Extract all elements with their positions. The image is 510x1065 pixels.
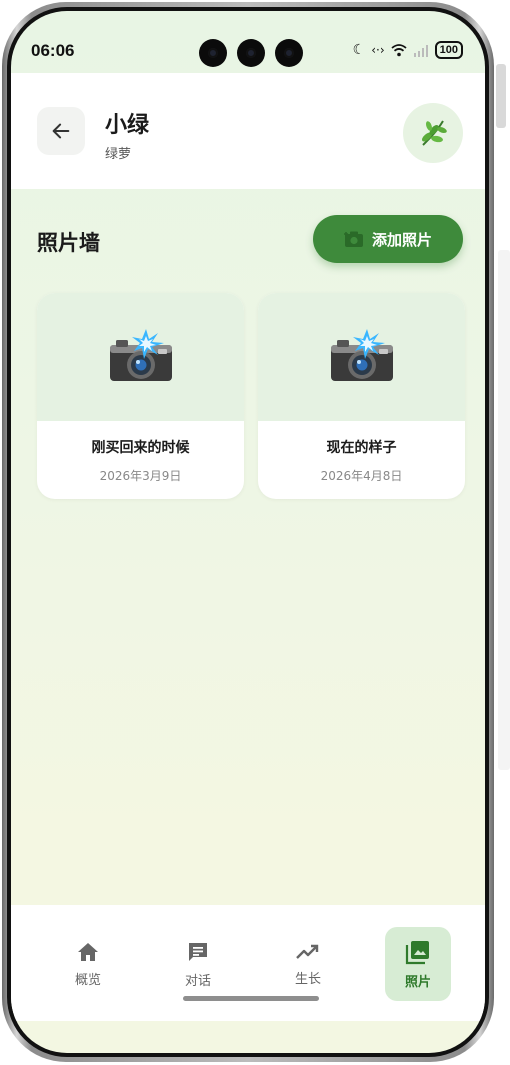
photo-grid: 刚买回来的时候 2026年3月9日 现在的样子 2026年4月8日 xyxy=(37,293,473,499)
nav-label: 照片 xyxy=(404,974,431,990)
nav-label: 生长 xyxy=(294,971,321,987)
nav-tab-overview[interactable]: 概览 xyxy=(55,927,121,1001)
photo-card[interactable]: 刚买回来的时候 2026年3月9日 xyxy=(37,293,244,499)
plant-avatar[interactable] xyxy=(403,103,463,163)
nav-label: 对话 xyxy=(184,973,211,989)
status-time: 06:06 xyxy=(31,41,75,60)
page-title: 小绿 xyxy=(105,113,150,138)
photo-library-icon xyxy=(405,940,429,964)
phone-bezel: 06:06 ☾ ‹·› 100 小绿 绿萝 照片墙 添加照片 刚买回来的时候 2… xyxy=(7,7,489,1057)
data-arrows-icon: ‹·› xyxy=(371,43,385,57)
camera-with-flash-icon xyxy=(330,329,393,381)
signal-icon xyxy=(413,44,428,57)
photo-thumbnail xyxy=(258,293,465,421)
wifi-icon xyxy=(391,43,407,56)
photo-caption: 刚买回来的时候 xyxy=(91,440,190,456)
back-button[interactable] xyxy=(37,107,85,155)
battery-indicator: 100 xyxy=(434,41,463,59)
photo-date: 2026年4月8日 xyxy=(320,469,403,483)
page-subtitle: 绿萝 xyxy=(105,147,132,162)
photo-thumbnail xyxy=(37,293,244,421)
chat-icon xyxy=(189,942,207,961)
herb-icon xyxy=(422,120,447,146)
arrow-left-icon xyxy=(52,123,70,139)
home-icon xyxy=(78,942,98,961)
status-bar: 06:06 ☾ ‹·› 100 xyxy=(11,11,485,73)
camera-cutout-right xyxy=(275,39,303,67)
app-screen: 06:06 ☾ ‹·› 100 小绿 绿萝 照片墙 添加照片 刚买回来的时候 2… xyxy=(11,11,485,1053)
status-icons: ☾ ‹·› 100 xyxy=(353,41,463,59)
nav-tab-photos[interactable]: 照片 xyxy=(385,927,451,1001)
app-header: 小绿 绿萝 xyxy=(11,73,485,189)
camera-cutout-left xyxy=(199,39,227,67)
nav-tab-chat[interactable]: 对话 xyxy=(165,927,231,1001)
side-edge-panel xyxy=(498,250,510,770)
nav-tab-growth[interactable]: 生长 xyxy=(275,927,341,1001)
side-edge-highlight xyxy=(496,64,506,128)
photo-info: 现在的样子 2026年4月8日 xyxy=(258,421,465,499)
photo-info: 刚买回来的时候 2026年3月9日 xyxy=(37,421,244,499)
camera-with-flash-icon xyxy=(109,329,172,381)
photo-date: 2026年3月9日 xyxy=(99,469,182,483)
photo-caption: 现在的样子 xyxy=(326,440,397,456)
add-photo-icon xyxy=(343,231,363,247)
phone-frame: 06:06 ☾ ‹·› 100 小绿 绿萝 照片墙 添加照片 刚买回来的时候 2… xyxy=(2,2,494,1062)
trending-up-icon xyxy=(296,944,319,959)
moon-icon: ☾ xyxy=(352,42,366,58)
bottom-navigation: 概览 对话 生长 照片 xyxy=(11,905,485,1021)
nav-label: 概览 xyxy=(74,972,101,988)
add-photo-button[interactable]: 添加照片 xyxy=(313,215,463,263)
camera-cutout-center xyxy=(237,39,265,67)
add-photo-label: 添加照片 xyxy=(371,230,432,249)
home-indicator[interactable] xyxy=(183,996,319,1001)
section-title: 照片墙 xyxy=(37,231,100,255)
photo-card[interactable]: 现在的样子 2026年4月8日 xyxy=(258,293,465,499)
